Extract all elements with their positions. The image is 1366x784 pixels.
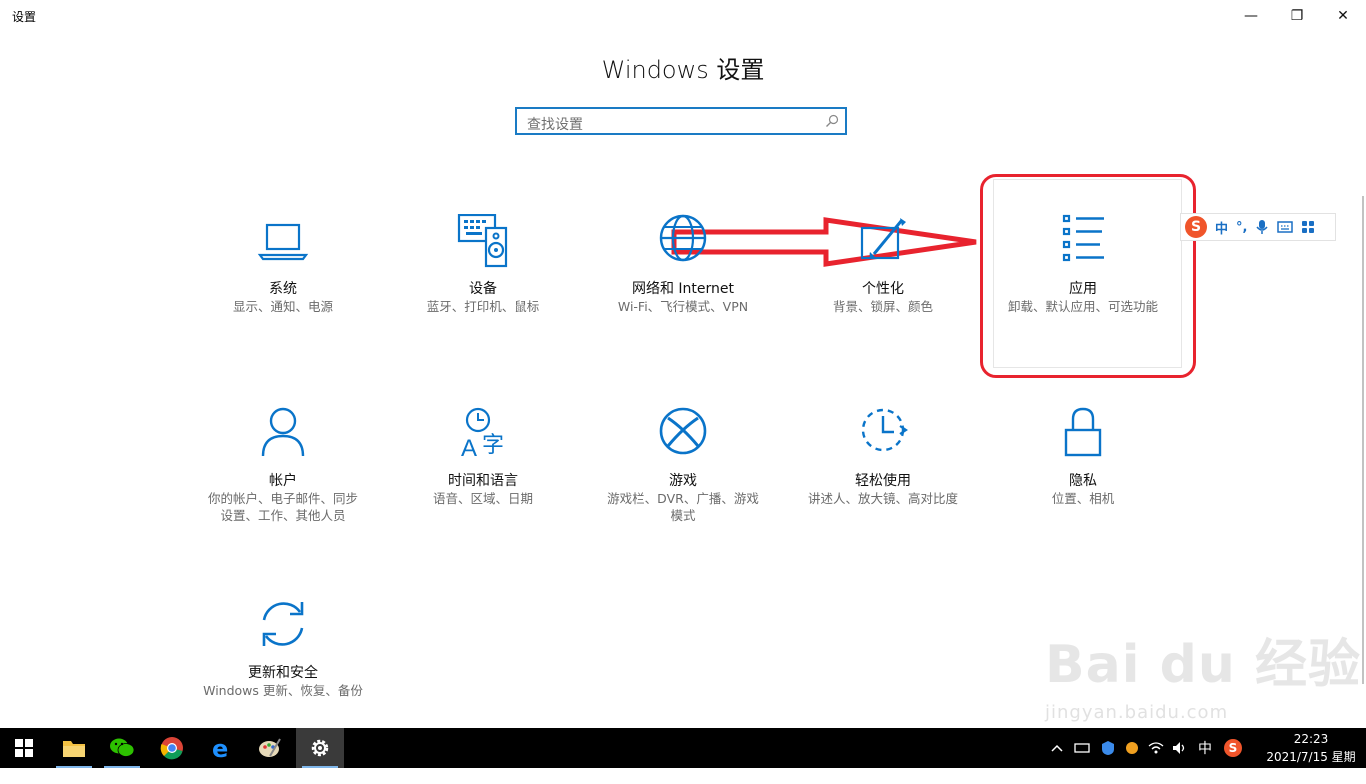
tile-apps[interactable]: 应用 卸载、默认应用、可选功能: [993, 214, 1173, 384]
taskbar-file-explorer[interactable]: [50, 728, 98, 768]
tile-personalization[interactable]: 个性化 背景、锁屏、颜色: [793, 214, 973, 384]
baidu-watermark: Bai du 经验: [1045, 635, 1361, 695]
tile-label: 游戏: [669, 473, 697, 489]
clock[interactable]: 22:23 2021/7/15 星期四: [1266, 730, 1356, 784]
tile-time-language[interactable]: A 字 时间和语言 语音、区域、日期: [393, 406, 573, 576]
tile-label: 时间和语言: [448, 473, 518, 489]
sogou-logo-icon[interactable]: S: [1185, 216, 1207, 238]
scrollbar[interactable]: [1362, 196, 1364, 684]
baidu-watermark-url: jingyan.baidu.com: [1045, 702, 1229, 723]
ime-mode-toggle[interactable]: 中: [1215, 218, 1228, 237]
tile-gaming[interactable]: 游戏 游戏栏、DVR、广播、游戏模式: [593, 406, 773, 576]
taskbar-settings[interactable]: [296, 728, 344, 768]
gear-icon: [311, 739, 329, 757]
tile-network[interactable]: 网络和 Internet Wi-Fi、飞行模式、VPN: [593, 214, 773, 384]
svg-text:A: A: [461, 435, 477, 460]
network-device-icon[interactable]: [1074, 741, 1090, 755]
page-title: Windows 设置: [601, 56, 765, 84]
tile-description: 位置、相机: [1051, 491, 1115, 506]
tile-label: 系统: [269, 281, 297, 297]
time-language-icon: A 字: [461, 407, 504, 460]
wifi-icon[interactable]: [1148, 741, 1164, 755]
lock-icon: [1064, 407, 1102, 457]
tile-system[interactable]: 系统 显示、通知、电源: [193, 214, 373, 384]
edge-icon: e: [212, 736, 228, 760]
tile-label: 帐户: [269, 473, 297, 489]
palette-icon: [259, 738, 281, 757]
clock-time: 22:23: [1293, 732, 1329, 746]
search-box[interactable]: 查找设置: [515, 107, 847, 135]
tile-label: 设备: [469, 281, 497, 297]
tile-privacy[interactable]: 隐私 位置、相机: [993, 406, 1173, 576]
close-button[interactable]: ✕: [1320, 0, 1366, 32]
folder-icon: [63, 741, 85, 757]
globe-icon: [659, 214, 707, 262]
tile-description: 你的帐户、电子邮件、同步设置、工作、其他人员: [207, 491, 358, 523]
tile-ease-of-access[interactable]: 轻松使用 讲述人、放大镜、高对比度: [793, 406, 973, 576]
tile-description: Windows 更新、恢复、备份: [203, 683, 363, 698]
xbox-icon: [659, 407, 707, 455]
svg-text:e: e: [212, 736, 228, 760]
restore-button[interactable]: ❐: [1274, 0, 1320, 32]
ease-of-access-icon: [861, 408, 908, 452]
minimize-button[interactable]: —: [1228, 0, 1274, 32]
tile-label: 个性化: [862, 281, 904, 297]
wechat-icon: [110, 738, 135, 757]
chrome-icon: [160, 737, 183, 760]
paint-icon: [860, 218, 906, 260]
input-language-indicator[interactable]: 中: [1198, 738, 1212, 758]
update-icon: [262, 602, 304, 646]
mic-icon[interactable]: [1255, 219, 1269, 235]
chevron-up-icon[interactable]: [1050, 743, 1064, 753]
tile-label: 应用: [1069, 281, 1097, 297]
tile-devices[interactable]: 设备 蓝牙、打印机、鼠标: [393, 214, 573, 384]
tray-app-icon[interactable]: [1124, 740, 1140, 756]
tile-label: 网络和 Internet: [631, 281, 735, 297]
security-shield-icon[interactable]: [1100, 740, 1116, 756]
laptop-icon: [257, 223, 309, 261]
window-title: 设置: [12, 10, 37, 24]
search-icon: [826, 114, 839, 127]
volume-icon[interactable]: [1172, 741, 1188, 755]
taskbar-edge[interactable]: e: [198, 728, 246, 768]
devices-icon: [457, 214, 508, 268]
windows-logo-icon: [15, 739, 33, 757]
system-tray: 中 S: [1050, 728, 1242, 768]
ime-punctuation-toggle[interactable]: °,: [1236, 220, 1247, 235]
grid-icon[interactable]: [1301, 220, 1315, 234]
sogou-tray-icon[interactable]: S: [1224, 739, 1242, 757]
keyboard-icon[interactable]: [1277, 221, 1294, 233]
taskbar-wechat[interactable]: [98, 728, 146, 768]
tile-description: 游戏栏、DVR、广播、游戏模式: [607, 491, 759, 523]
tile-description: 讲述人、放大镜、高对比度: [807, 491, 958, 506]
taskbar-paint[interactable]: [246, 728, 294, 768]
tile-accounts[interactable]: 帐户 你的帐户、电子邮件、同步设置、工作、其他人员: [193, 406, 373, 576]
ime-toolbar[interactable]: S 中 °,: [1180, 213, 1336, 241]
tile-description: 语音、区域、日期: [432, 491, 533, 506]
tile-label: 轻松使用: [855, 473, 911, 489]
person-icon: [261, 407, 305, 457]
tile-description: 背景、锁屏、颜色: [832, 299, 933, 314]
taskbar: e 中 S 22:23 2021/7/15 星期四: [0, 728, 1366, 782]
tile-description: 蓝牙、打印机、鼠标: [426, 299, 540, 314]
tile-label: 更新和安全: [248, 665, 318, 681]
search-placeholder: 查找设置: [527, 117, 583, 133]
tile-description: 卸载、默认应用、可选功能: [1007, 299, 1158, 314]
start-button[interactable]: [0, 728, 48, 768]
svg-text:字: 字: [482, 433, 504, 458]
apps-list-icon: [1062, 214, 1104, 262]
tile-label: 隐私: [1069, 473, 1097, 489]
tile-description: 显示、通知、电源: [232, 299, 333, 314]
tile-description: Wi-Fi、飞行模式、VPN: [617, 299, 749, 314]
clock-date: 2021/7/15 星期四: [1266, 750, 1356, 782]
taskbar-chrome[interactable]: [148, 728, 196, 768]
